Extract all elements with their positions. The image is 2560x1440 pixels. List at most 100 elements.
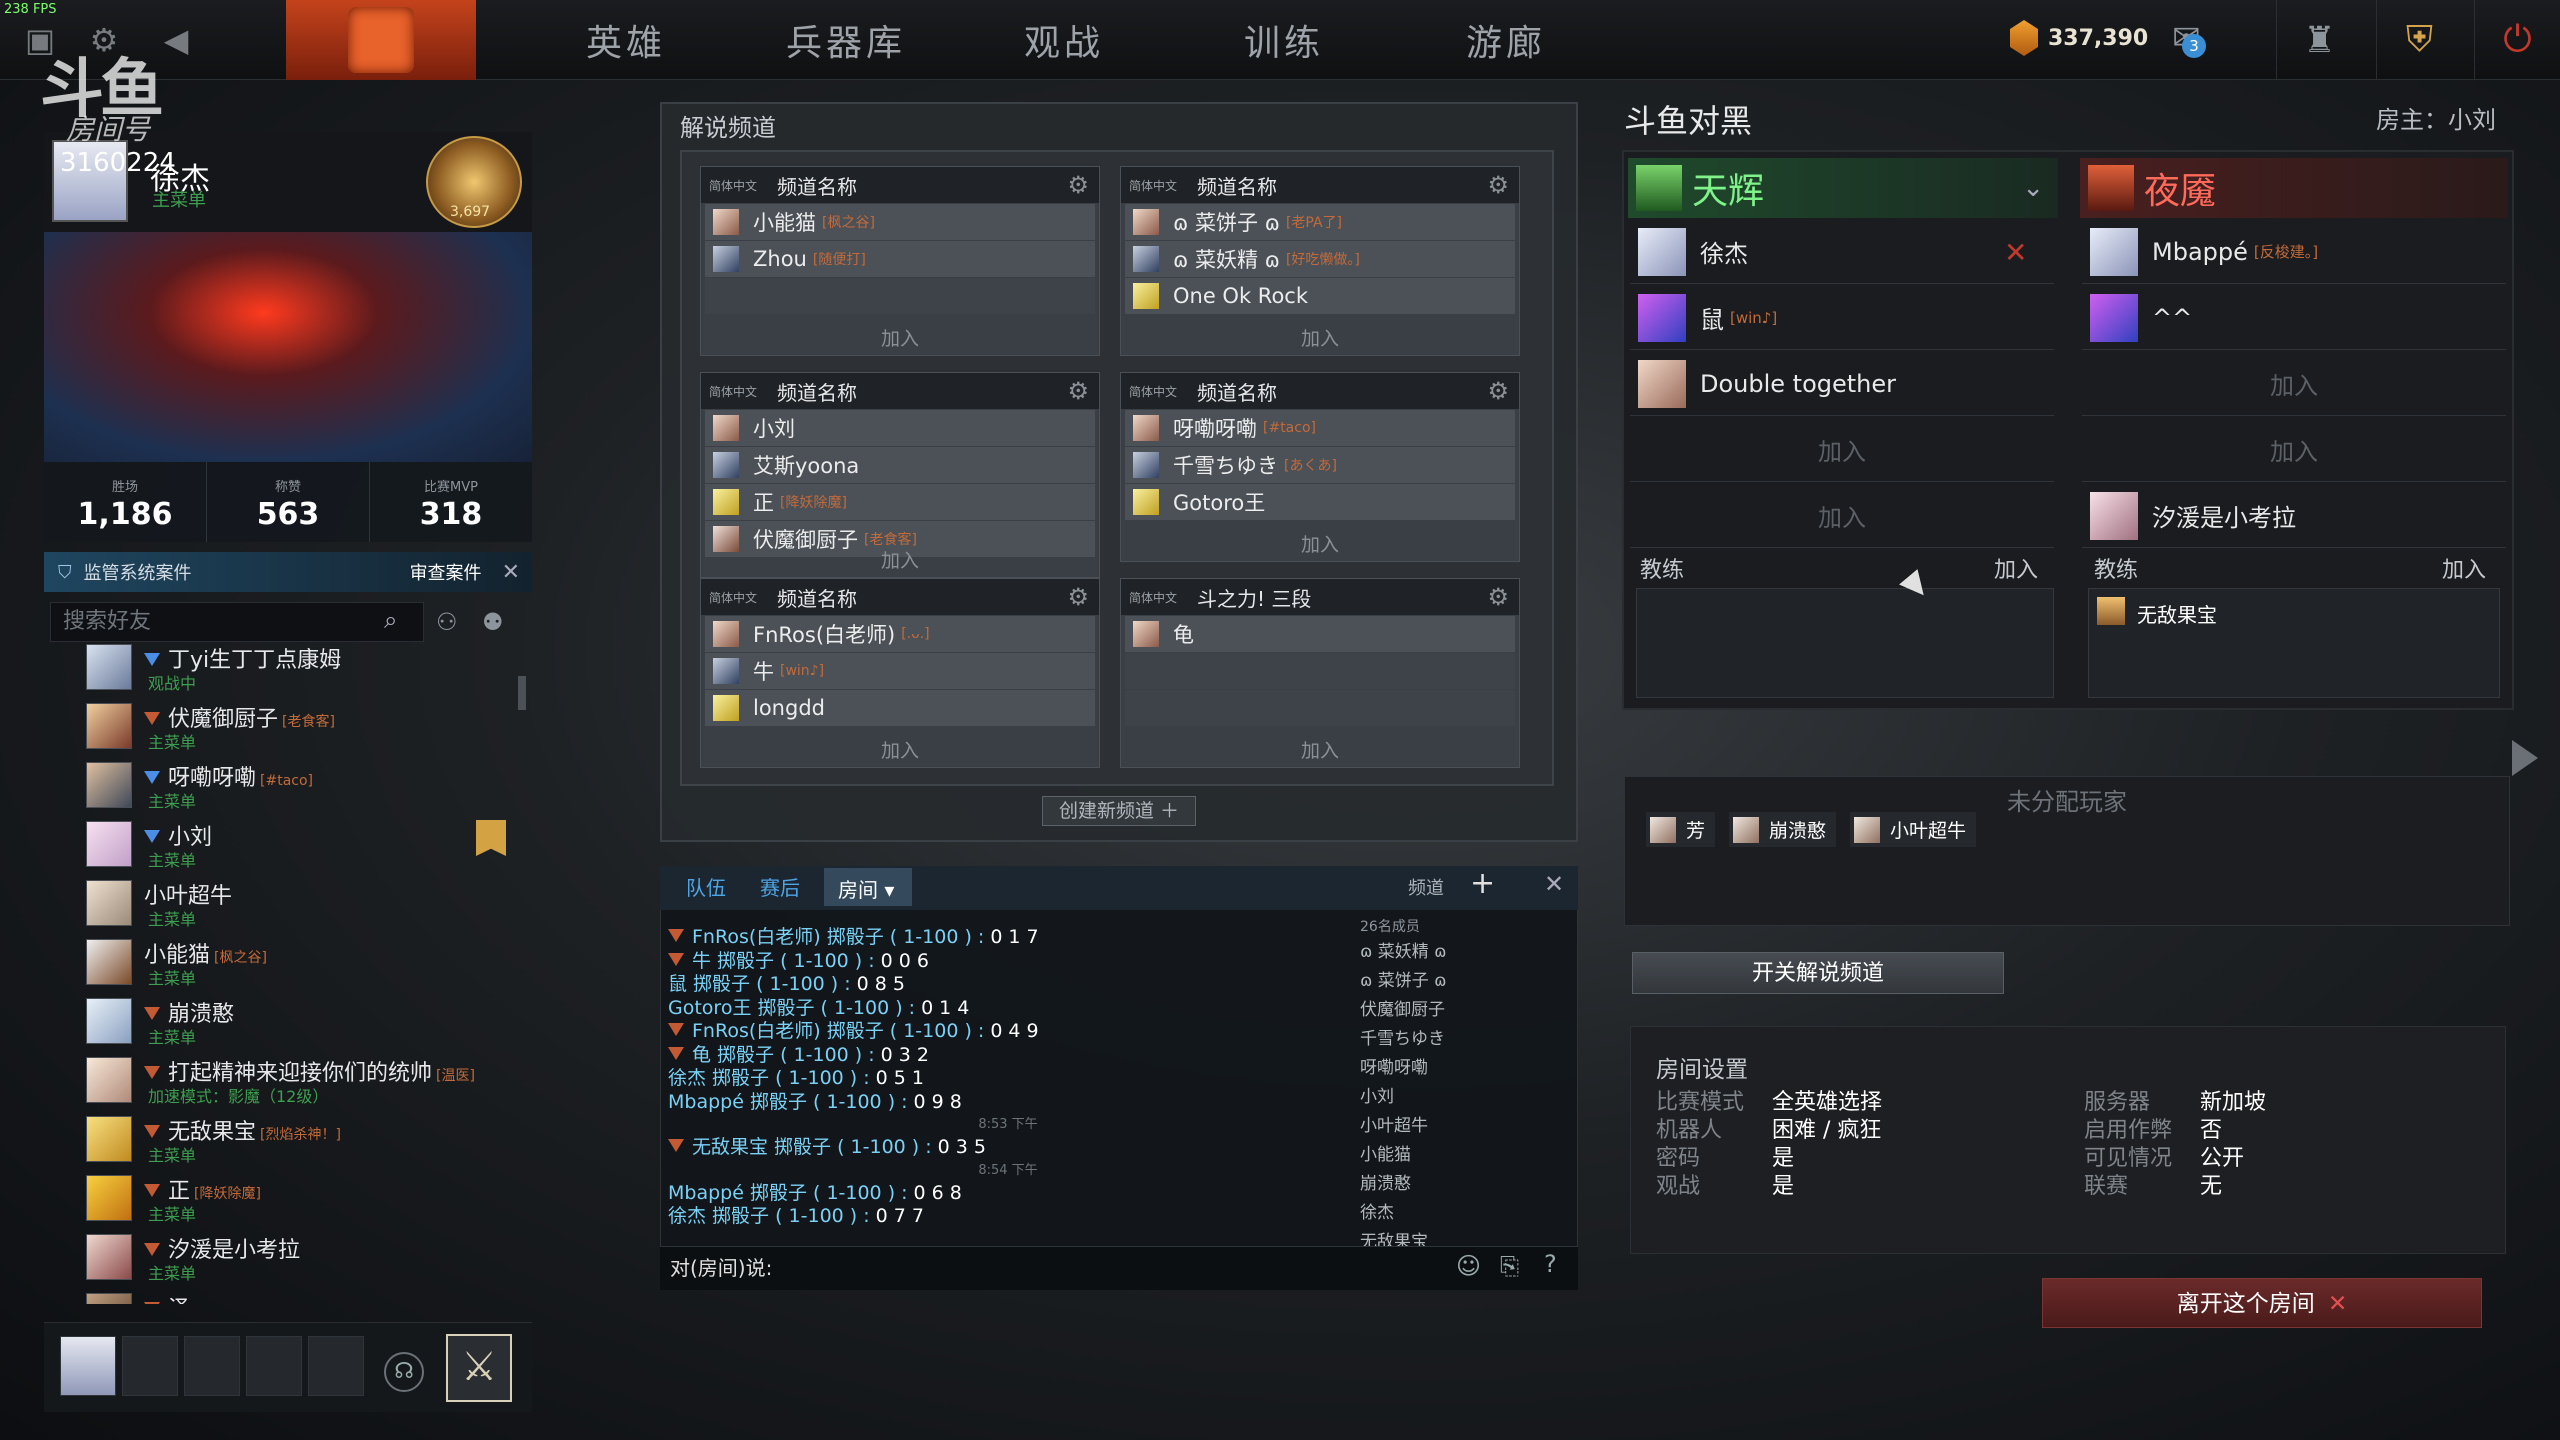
shards-balance[interactable]: 337,390 [2010, 20, 2148, 56]
party-slot-self[interactable] [60, 1336, 116, 1396]
chat-member[interactable]: 小叶超牛 [1360, 1112, 1566, 1141]
kick-icon[interactable]: ✕ [2004, 236, 2027, 269]
team-player-slot[interactable]: Double together [1630, 352, 2054, 416]
channel-label[interactable]: 频道 [1408, 874, 1444, 900]
chat-member[interactable]: 伏魔御厨子 [1360, 996, 1566, 1025]
help-icon[interactable]: ? [1544, 1250, 1557, 1278]
expand-arrow-icon[interactable] [2512, 740, 2538, 776]
list-item[interactable]: 打起精神来迎接你们的统帅 [温医] 加速模式：影魔（12级） [44, 1049, 524, 1108]
gear-icon[interactable]: ⚙ [1487, 377, 1509, 405]
power-icon[interactable]: ⏻ [2474, 0, 2560, 80]
play-dota-button[interactable]: ⚔ [446, 1334, 512, 1402]
channel-member[interactable]: ɷ 菜饼子 ɷ [老PA了] [1125, 204, 1515, 240]
channel-member[interactable]: 龟 [1125, 616, 1515, 652]
unassigned-player[interactable]: 崩溃憨 [1729, 812, 1837, 847]
join-slot[interactable]: 加入 [2082, 352, 2506, 416]
gear-icon[interactable]: ⚙ [1067, 583, 1089, 611]
channel-member[interactable]: 牛 [win♪] [705, 653, 1095, 689]
chat-member[interactable]: 小能猫 [1360, 1141, 1566, 1170]
add-friend-icon[interactable]: ⚇ [436, 608, 458, 636]
team-player-slot[interactable]: 徐杰 [1630, 220, 2054, 284]
nav-heroes[interactable]: 英雄 [586, 14, 666, 68]
tab-lobby[interactable]: 房间 ▾ [824, 868, 912, 906]
channel-member[interactable]: FnRos(白老师) [.ᴗ.] [705, 616, 1095, 652]
join-channel-button[interactable]: 加入 [701, 736, 1099, 763]
join-channel-button[interactable]: 加入 [701, 324, 1099, 351]
team-player-slot[interactable]: 鼠 [win♪] [1630, 286, 2054, 350]
party-slot-empty[interactable] [308, 1336, 364, 1396]
channel-member[interactable]: Gotoro王 [1125, 484, 1515, 520]
list-item[interactable]: 正 [降妖除魔] 主菜单 [44, 1167, 524, 1226]
list-item[interactable]: 小叶超牛 主菜单 [44, 872, 524, 931]
party-slot-empty[interactable] [122, 1336, 178, 1396]
channel-member[interactable]: ɷ 菜妖精 ɷ [好吃懒做。] [1125, 241, 1515, 277]
translate-icon[interactable]: ⎘ [1500, 1252, 1519, 1280]
channel-member[interactable]: 小刘 [705, 410, 1095, 446]
dire-coach-slot[interactable]: 无敌果宝 [2088, 588, 2500, 698]
chat-member[interactable]: ɷ 菜饼子 ɷ [1360, 967, 1566, 996]
dire-coach-join[interactable]: 加入 [2442, 552, 2486, 586]
chat-author[interactable]: Gotoro王 掷骰子 ( 1-100 ) : [668, 997, 915, 1019]
chat-author[interactable]: 龟 掷骰子 ( 1-100 ) : [692, 1044, 875, 1066]
gear-icon[interactable]: ⚙ [1487, 171, 1509, 199]
team-player-slot[interactable]: Mbappé [反梭建。] [2082, 220, 2506, 284]
toggle-commentary-button[interactable]: 开关解说频道 [1632, 952, 2004, 994]
chat-member[interactable]: 徐杰 [1360, 1199, 1566, 1228]
chat-member[interactable]: ɷ 菜妖精 ɷ [1360, 938, 1566, 967]
join-slot[interactable]: 加入 [2082, 418, 2506, 482]
channel-member[interactable]: 呀嘞呀嘞 [#taco] [1125, 410, 1515, 446]
chat-author[interactable]: 牛 掷骰子 ( 1-100 ) : [692, 950, 875, 972]
channel-member[interactable]: 小能猫 [枫之谷] [705, 204, 1095, 240]
chat-member[interactable]: 千雪ちゆき [1360, 1025, 1566, 1054]
chat-input[interactable]: 对(房间)说: [660, 1246, 1578, 1290]
nav-armory[interactable]: 兵器库 [786, 14, 906, 68]
chat-author[interactable]: 徐杰 掷骰子 ( 1-100 ) : [668, 1067, 870, 1089]
create-channel-button[interactable]: 创建新频道 ＋ [1042, 796, 1196, 826]
join-channel-button[interactable]: 加入 [1121, 736, 1519, 763]
team-player-slot[interactable]: ^^ [2082, 286, 2506, 350]
unassigned-player[interactable]: 小叶超牛 [1850, 812, 1977, 847]
dota-home-button[interactable] [286, 0, 476, 80]
gear-icon[interactable]: ⚙ [1067, 377, 1089, 405]
channel-member[interactable]: 千雪ちゆき [あくあ] [1125, 447, 1515, 483]
chevron-down-icon[interactable]: ⌄ [2022, 173, 2044, 203]
join-channel-button[interactable]: 加入 [701, 546, 1099, 573]
radiant-coach-join[interactable]: 加入 [1994, 552, 2038, 586]
back-arrow-icon[interactable]: ◀ [156, 20, 196, 60]
chat-author[interactable]: Mbappé 掷骰子 ( 1-100 ) : [668, 1182, 908, 1204]
review-case-button[interactable]: 审查案件 [410, 559, 482, 585]
nav-learn[interactable]: 训练 [1244, 14, 1324, 68]
list-item[interactable]: 小刘 主菜单 [44, 813, 524, 872]
channel-member[interactable]: longdd [705, 690, 1095, 726]
chat-author[interactable]: 无敌果宝 掷骰子 ( 1-100 ) : [692, 1136, 932, 1158]
party-slot-empty[interactable] [246, 1336, 302, 1396]
channel-member[interactable]: 正 [降妖除魔] [705, 484, 1095, 520]
search-icon[interactable]: ⌕ [384, 606, 397, 634]
list-item[interactable]: 崩溃憨 主菜单 [44, 990, 524, 1049]
list-item[interactable]: 汐湲是小考拉 主菜单 [44, 1226, 524, 1285]
emoji-icon[interactable]: ☺ [1456, 1252, 1481, 1280]
list-item[interactable]: 呀嘞呀嘞 [#taco] 主菜单 [44, 754, 524, 813]
friends-scrollbar[interactable] [518, 676, 526, 710]
list-item[interactable]: 小能猫 [枫之谷] 主菜单 [44, 931, 524, 990]
party-slot-empty[interactable] [184, 1336, 240, 1396]
join-slot[interactable]: 加入 [1630, 484, 2054, 548]
join-slot[interactable]: 加入 [1630, 418, 2054, 482]
unassigned-player[interactable]: 芳 [1646, 812, 1716, 847]
list-item[interactable]: 丁yi生丁丁点康姆 观战中 [44, 636, 524, 695]
close-icon[interactable]: ✕ [502, 560, 520, 585]
list-item[interactable]: 无敌果宝 [烈焰杀神！] 主菜单 [44, 1108, 524, 1167]
chat-member[interactable]: 小刘 [1360, 1083, 1566, 1112]
close-chat-icon[interactable]: ✕ [1544, 870, 1564, 898]
tab-postgame[interactable]: 赛后 [760, 872, 800, 901]
nav-watch[interactable]: 观战 [1024, 14, 1104, 68]
join-channel-button[interactable]: 加入 [1121, 530, 1519, 557]
headset-icon[interactable]: ☊ [384, 1352, 424, 1392]
friends-group-icon[interactable]: ⚉ [482, 608, 504, 636]
nav-arcade[interactable]: 游廊 [1466, 14, 1546, 68]
chat-author[interactable]: Mbappé 掷骰子 ( 1-100 ) : [668, 1091, 908, 1113]
radiant-coach-slot[interactable] [1636, 588, 2054, 698]
list-item[interactable]: 伏魔御厨子 [老食客] 主菜单 [44, 695, 524, 754]
channel-member[interactable]: 艾斯yoona [705, 447, 1095, 483]
gear-icon[interactable]: ⚙ [1067, 171, 1089, 199]
